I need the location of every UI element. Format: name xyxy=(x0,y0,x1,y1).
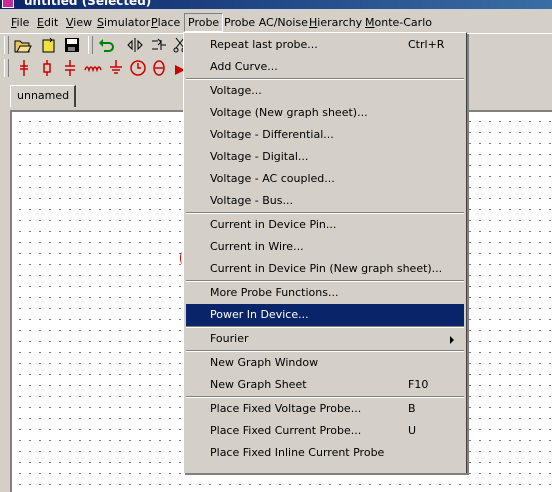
menu-item-new-graph-sheet[interactable]: New Graph Sheet F10 xyxy=(186,374,464,396)
menu-item-more-probe-functions[interactable]: More Probe Functions... xyxy=(186,282,464,304)
current-source-icon[interactable] xyxy=(149,58,169,78)
menu-view[interactable]: View xyxy=(66,15,92,30)
menu-simulator[interactable]: Simulator xyxy=(97,15,150,30)
title-bar: untitled (Selected) xyxy=(0,0,552,9)
tab-unnamed[interactable]: unnamed xyxy=(10,85,76,107)
menu-edit[interactable]: Edit xyxy=(37,15,58,30)
resistor-icon[interactable] xyxy=(37,58,57,78)
probe-menu: Repeat last probe... Ctrl+R Add Curve... … xyxy=(183,32,467,473)
app-icon xyxy=(2,0,14,8)
menu-item-repeat-last-probe[interactable]: Repeat last probe... Ctrl+R xyxy=(186,34,464,56)
flip-horizontal-icon[interactable] xyxy=(125,35,145,55)
menu-item-voltage-differential[interactable]: Voltage - Differential... xyxy=(186,124,464,146)
menu-item-voltage-ac-coupled[interactable]: Voltage - AC coupled... xyxy=(186,168,464,190)
menu-item-current-in-device-pin-new-sheet[interactable]: Current in Device Pin (New graph sheet).… xyxy=(186,258,464,280)
probe-wire-icon[interactable] xyxy=(14,58,34,78)
menu-bar: File Edit View Simulator Place Probe Pro… xyxy=(0,11,552,34)
menu-item-place-fixed-current-probe[interactable]: Place Fixed Current Probe... U xyxy=(186,420,464,442)
save-disk-icon[interactable] xyxy=(62,35,82,55)
submenu-arrow-icon xyxy=(450,336,454,344)
toolbar-grip-2[interactable] xyxy=(88,36,93,54)
menu-place[interactable]: Place xyxy=(151,15,180,30)
menu-item-voltage[interactable]: Voltage... xyxy=(186,80,464,102)
menu-probe-ac-noise[interactable]: Probe AC/Noise xyxy=(224,15,308,30)
menu-hierarchy[interactable]: Hierarchy xyxy=(309,15,362,30)
undo-arrow-icon[interactable] xyxy=(97,35,117,55)
menu-item-voltage-new-graph-sheet[interactable]: Voltage (New graph sheet)... xyxy=(186,102,464,124)
open-folder-icon[interactable] xyxy=(13,35,33,55)
ground-icon[interactable] xyxy=(106,58,126,78)
capacitor-icon[interactable] xyxy=(60,58,80,78)
toolbar-grip[interactable] xyxy=(4,36,9,54)
menu-item-voltage-digital[interactable]: Voltage - Digital... xyxy=(186,146,464,168)
menu-item-current-in-device-pin[interactable]: Current in Device Pin... xyxy=(186,214,464,236)
menu-item-add-curve[interactable]: Add Curve... xyxy=(186,56,464,78)
flip-vertical-icon[interactable] xyxy=(149,35,169,55)
menu-file[interactable]: File xyxy=(11,15,29,30)
inductor-icon[interactable] xyxy=(83,58,103,78)
voltage-source-icon[interactable] xyxy=(128,58,148,78)
menu-monte-carlo[interactable]: Monte-Carlo xyxy=(365,15,432,30)
menu-item-current-in-wire[interactable]: Current in Wire... xyxy=(186,236,464,258)
menu-item-fourier[interactable]: Fourier xyxy=(186,328,464,350)
menu-item-place-fixed-voltage-probe[interactable]: Place Fixed Voltage Probe... B xyxy=(186,398,464,420)
menu-probe[interactable]: Probe xyxy=(184,13,224,32)
menu-item-voltage-bus[interactable]: Voltage - Bus... xyxy=(186,190,464,212)
window-title: untitled (Selected) xyxy=(24,0,152,8)
toolbar-grip-3[interactable] xyxy=(4,59,9,77)
menu-item-new-graph-window[interactable]: New Graph Window xyxy=(186,352,464,374)
menu-item-place-fixed-inline-current-probe[interactable]: Place Fixed Inline Current Probe xyxy=(186,442,464,464)
new-doc-icon[interactable] xyxy=(39,35,59,55)
menu-item-power-in-device[interactable]: Power In Device... xyxy=(186,304,464,326)
